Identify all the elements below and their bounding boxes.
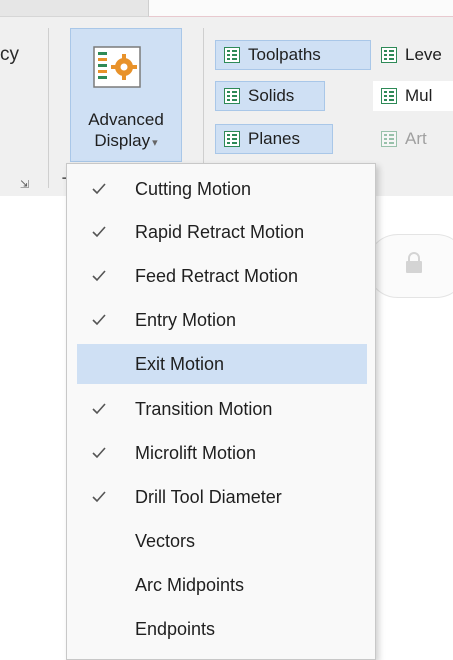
menu-item-label: Arc Midpoints	[135, 574, 245, 595]
advanced-display-label-line2: Display ▾	[71, 130, 181, 154]
ribbon-tab-strip-left	[0, 0, 149, 17]
menu-item-label: Endpoints	[135, 618, 216, 639]
checkmark-icon	[92, 226, 106, 238]
display-toggle-label: Leve	[405, 45, 442, 64]
display-toggle-label: Art	[405, 129, 427, 148]
truncated-group-label: cy	[0, 44, 19, 65]
display-toggle-art: Art	[373, 124, 453, 154]
menu-item-arc-midpoints[interactable]: Arc Midpoints	[77, 565, 367, 605]
advanced-display-label-line1: Advanced	[88, 110, 164, 129]
menu-item-exit-motion[interactable]: Exit Motion	[77, 344, 367, 384]
checkmark-icon	[92, 183, 106, 195]
menu-item-drill-tool-diameter[interactable]: Drill Tool Diameter	[77, 477, 367, 517]
menu-item-label: Vectors	[135, 530, 196, 551]
menu-item-label: Feed Retract Motion	[135, 265, 299, 286]
art-icon	[381, 131, 397, 147]
lock-icon	[406, 252, 422, 273]
display-toggle-solids[interactable]: Solids	[215, 81, 325, 111]
menu-item-label: Rapid Retract Motion	[135, 221, 305, 242]
menu-item-label: Transition Motion	[135, 398, 273, 419]
menu-item-transition-motion[interactable]: Transition Motion	[77, 389, 367, 429]
display-toggle-toolpaths[interactable]: Toolpaths	[215, 40, 371, 70]
advanced-display-dropdown-menu: Cutting Motion Rapid Retract Motion Feed…	[66, 163, 376, 660]
checkmark-icon	[92, 447, 106, 459]
checkmark-icon	[92, 270, 106, 282]
menu-item-label: Exit Motion	[135, 353, 225, 374]
display-toggle-label: Mul	[405, 86, 433, 105]
checkmark-icon	[92, 491, 106, 503]
menu-item-label: Drill Tool Diameter	[135, 486, 282, 507]
menu-item-label: Microlift Motion	[135, 442, 257, 463]
advanced-display-label-text: Display	[94, 131, 151, 150]
display-toggles-panel: Toolpaths Leve Solids Mul Planes Art	[215, 28, 453, 162]
menu-item-feed-retract-motion[interactable]: Feed Retract Motion	[77, 256, 367, 296]
multi-icon	[381, 88, 397, 104]
planes-icon	[224, 131, 240, 147]
menu-item-vectors[interactable]: Vectors	[77, 521, 367, 561]
checkmark-icon	[92, 403, 106, 415]
display-toggle-label: Toolpaths	[248, 45, 321, 64]
display-toggle-planes[interactable]: Planes	[215, 124, 333, 154]
display-toggle-multi[interactable]: Mul	[373, 81, 453, 111]
menu-item-microlift-motion[interactable]: Microlift Motion	[77, 433, 367, 473]
display-toggle-label: Planes	[248, 129, 300, 148]
display-toggle-label: Solids	[248, 86, 295, 105]
dialog-launcher-icon[interactable]: ⇲	[20, 178, 29, 191]
checkmark-icon	[92, 314, 106, 326]
levels-icon	[381, 47, 397, 63]
ribbon-tab-strip-right	[149, 0, 453, 17]
menu-item-label: Entry Motion	[135, 309, 237, 330]
menu-item-rapid-retract-motion[interactable]: Rapid Retract Motion	[77, 212, 367, 252]
dropdown-arrow-icon: ▾	[152, 137, 158, 149]
menu-item-entry-motion[interactable]: Entry Motion	[77, 300, 367, 340]
advanced-display-button[interactable]: Advanced Display ▾	[70, 28, 182, 162]
advanced-display-icon	[93, 46, 141, 88]
menu-item-cutting-motion[interactable]: Cutting Motion	[77, 169, 367, 209]
menu-item-label: Cutting Motion	[135, 178, 252, 199]
menu-item-endpoints[interactable]: Endpoints	[77, 609, 367, 649]
display-toggle-levels[interactable]: Leve	[373, 40, 453, 70]
toolpaths-icon	[224, 47, 240, 63]
solids-icon	[224, 88, 240, 104]
group-separator	[48, 28, 49, 188]
